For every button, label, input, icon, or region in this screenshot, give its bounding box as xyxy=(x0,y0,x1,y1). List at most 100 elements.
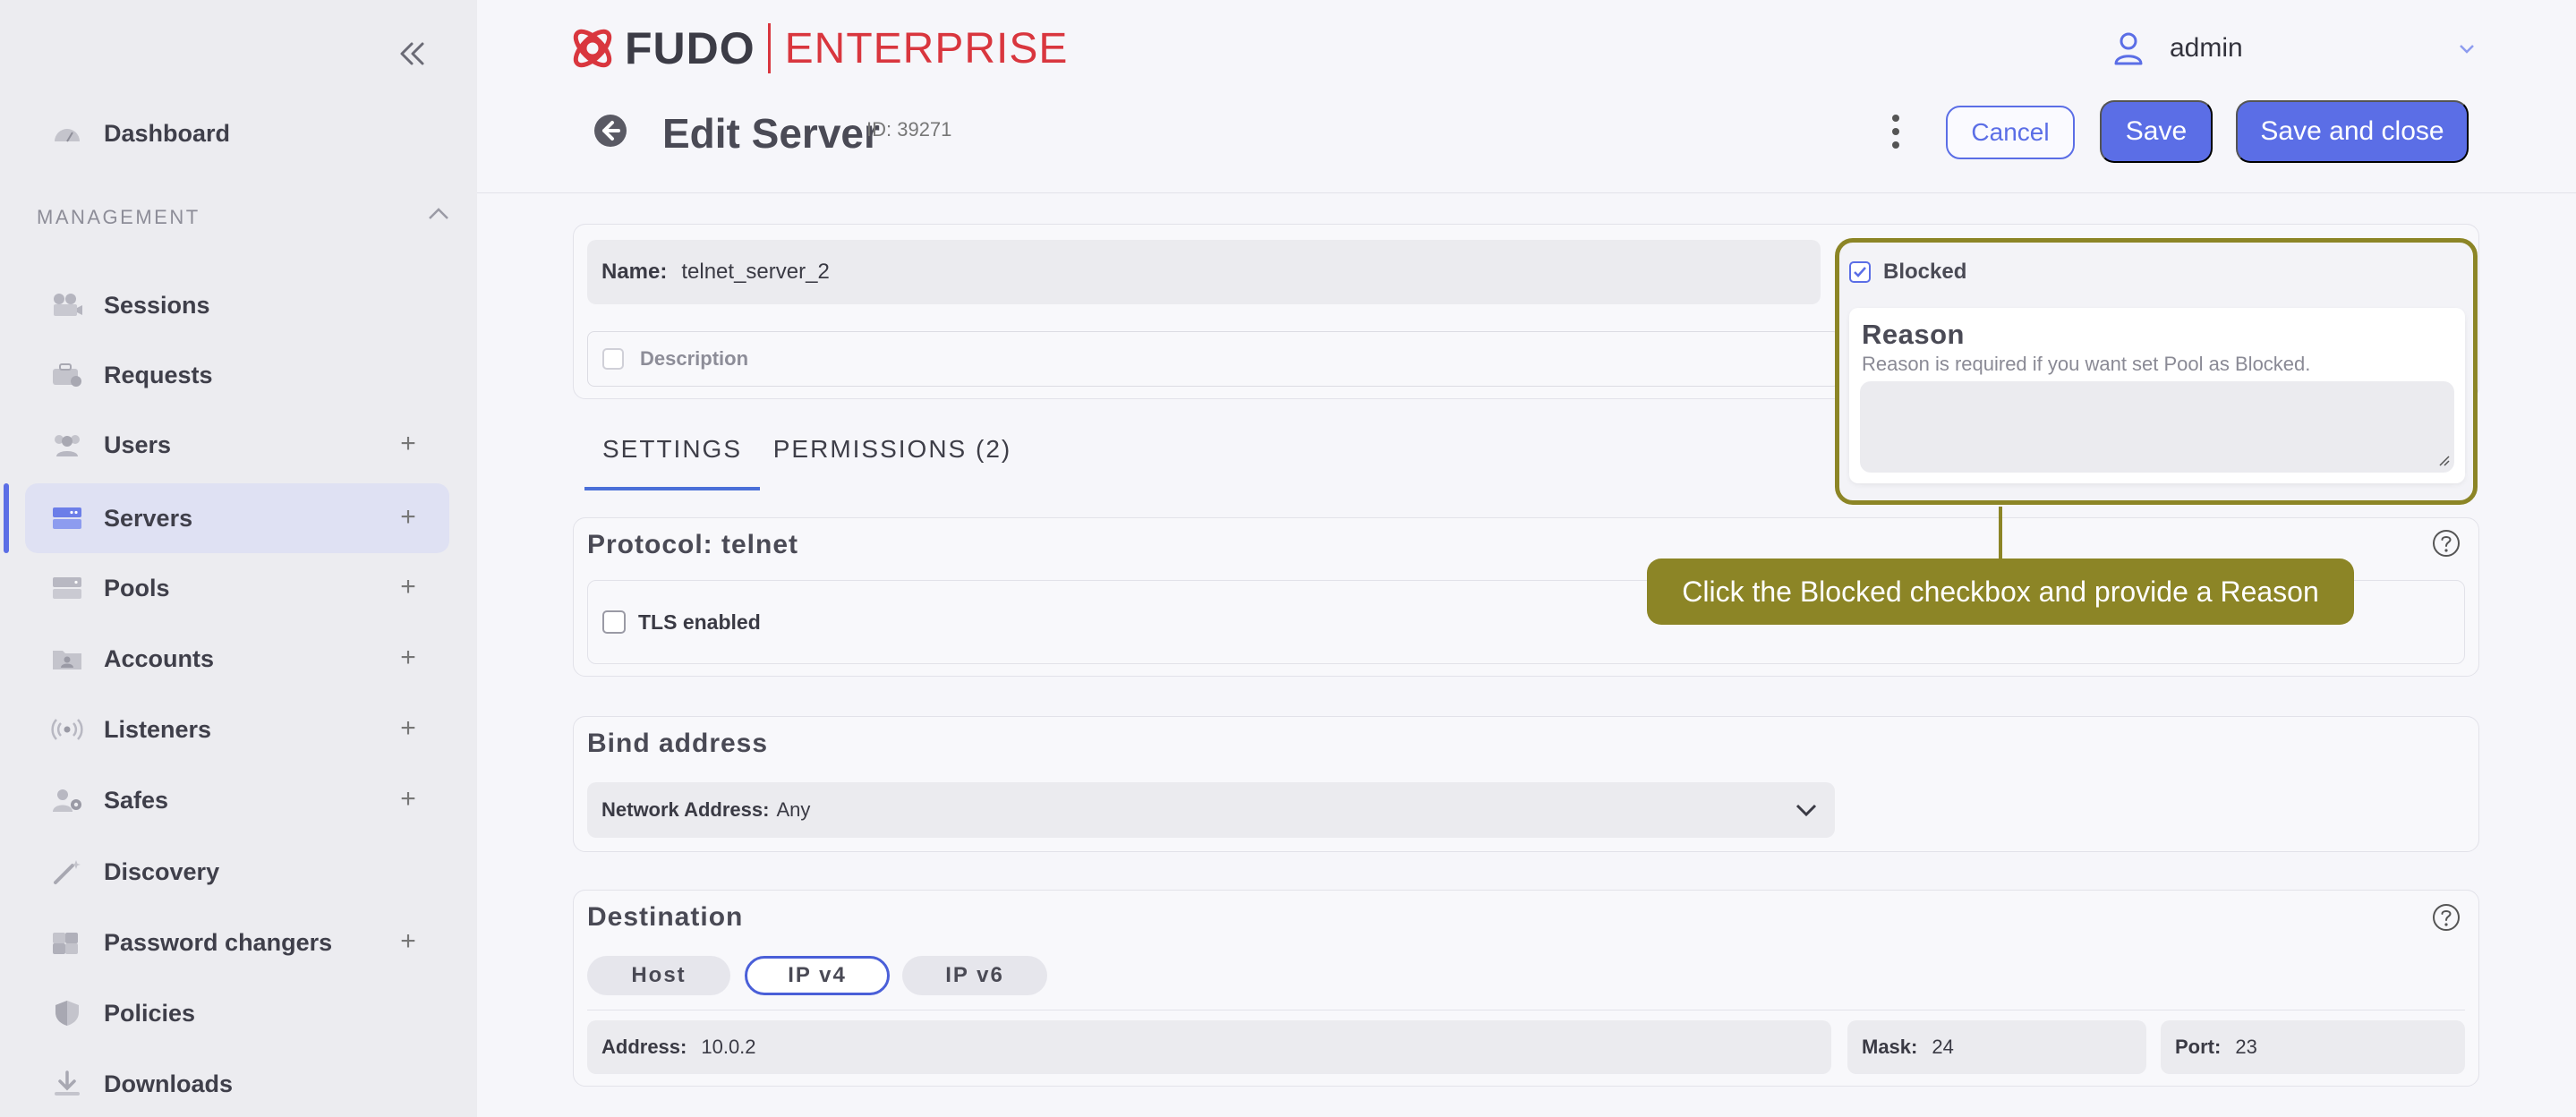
header-divider xyxy=(477,192,2576,193)
name-field[interactable]: Name: telnet_server_2 xyxy=(587,240,1821,304)
sidebar-item-discovery[interactable]: Discovery xyxy=(25,837,449,907)
save-button[interactable]: Save xyxy=(2100,100,2213,163)
add-server-icon[interactable]: + xyxy=(392,501,424,533)
section-label-management: MANAGEMENT xyxy=(37,206,200,228)
pill-ipv6[interactable]: IP v6 xyxy=(902,956,1047,995)
tab-permissions-label: PERMISSIONS (2) xyxy=(772,435,1012,463)
cancel-button[interactable]: Cancel xyxy=(1946,106,2075,159)
tls-label: TLS enabled xyxy=(638,610,761,634)
port-field[interactable]: Port: 23 xyxy=(2161,1020,2465,1074)
sidebar-item-accounts[interactable]: Accounts + xyxy=(25,624,449,694)
server-icon xyxy=(48,502,86,534)
sidebar-item-label: Accounts xyxy=(104,644,215,672)
save-and-close-button[interactable]: Save and close xyxy=(2236,100,2469,163)
sidebar-item-label: Dashboard xyxy=(104,119,231,147)
sidebar-item-label: Requests xyxy=(104,361,213,388)
port-label: Port: xyxy=(2175,1036,2222,1058)
briefcase-icon xyxy=(48,359,86,391)
add-account-icon[interactable]: + xyxy=(392,642,424,674)
description-field[interactable]: Description xyxy=(587,331,1840,387)
back-arrow-icon xyxy=(594,115,627,147)
users-icon xyxy=(48,429,86,461)
sidebar-item-label: Downloads xyxy=(104,1070,234,1097)
user-menu[interactable]: admin xyxy=(2112,27,2478,70)
port-value: 23 xyxy=(2235,1036,2257,1058)
pill-host[interactable]: Host xyxy=(587,956,730,995)
sidebar-item-label: Pools xyxy=(104,574,170,601)
tab-active-underline xyxy=(584,487,760,490)
sidebar-item-servers[interactable]: Servers + xyxy=(4,483,449,553)
chevron-up-icon[interactable] xyxy=(424,200,453,229)
sidebar-item-policies[interactable]: Policies xyxy=(25,978,449,1048)
chevron-down-icon xyxy=(2460,45,2474,54)
tooltip-connector xyxy=(1999,507,2002,560)
help-icon[interactable] xyxy=(2431,528,2461,558)
network-address-select[interactable]: Network Address: Any xyxy=(587,782,1835,838)
mask-value: 24 xyxy=(1932,1036,1954,1058)
protocol-title: Protocol: telnet xyxy=(587,530,799,559)
sidebar-item-sessions[interactable]: Sessions xyxy=(25,270,449,340)
address-label: Address: xyxy=(601,1036,687,1058)
checkmark-icon xyxy=(1854,267,1866,277)
blocked-label: Blocked xyxy=(1883,260,1967,284)
sidebar: Dashboard MANAGEMENT Sessions Requests U… xyxy=(0,0,477,1117)
mask-field[interactable]: Mask: 24 xyxy=(1847,1020,2146,1074)
back-button[interactable] xyxy=(593,113,628,149)
add-safe-icon[interactable]: + xyxy=(392,783,424,815)
user-name: admin xyxy=(2170,33,2243,63)
dashboard-icon xyxy=(48,117,86,149)
safe-user-icon xyxy=(48,784,86,816)
description-checkbox[interactable] xyxy=(602,348,624,370)
blocked-checkbox[interactable] xyxy=(1849,261,1871,283)
add-listener-icon[interactable]: + xyxy=(392,712,424,745)
shield-icon xyxy=(48,997,86,1029)
download-icon xyxy=(48,1068,86,1100)
sidebar-item-dashboard[interactable]: Dashboard xyxy=(25,98,449,168)
sidebar-item-label: Policies xyxy=(104,999,196,1027)
user-icon xyxy=(2114,32,2143,65)
description-label: Description xyxy=(640,347,749,370)
puzzle-icon xyxy=(48,926,86,959)
help-icon[interactable] xyxy=(2431,902,2461,933)
network-address-label: Network Address: xyxy=(601,798,770,821)
sidebar-item-listeners[interactable]: Listeners + xyxy=(25,695,449,764)
fudo-logo-icon xyxy=(573,29,612,68)
magic-wand-icon xyxy=(48,856,86,888)
sidebar-item-requests[interactable]: Requests xyxy=(25,340,449,410)
name-label: Name: xyxy=(601,260,668,284)
broadcast-icon xyxy=(48,713,86,746)
account-folder-icon xyxy=(48,643,86,675)
tab-settings[interactable]: SETTINGS xyxy=(584,435,760,489)
sidebar-item-label: Discovery xyxy=(104,857,220,885)
reason-textarea[interactable] xyxy=(1860,381,2454,473)
sidebar-item-safes[interactable]: Safes + xyxy=(25,765,449,835)
tab-settings-label: SETTINGS xyxy=(601,435,742,463)
sidebar-item-label: Listeners xyxy=(104,715,212,743)
sidebar-item-users[interactable]: Users + xyxy=(25,410,449,480)
address-value: 10.0.2 xyxy=(701,1036,756,1058)
add-pool-icon[interactable]: + xyxy=(392,571,424,603)
reason-help-text: Reason is required if you want set Pool … xyxy=(1862,353,2311,375)
destination-title: Destination xyxy=(587,902,744,932)
collapse-sidebar-icon[interactable] xyxy=(392,36,431,72)
sidebar-item-label: Sessions xyxy=(104,291,210,319)
add-user-icon[interactable]: + xyxy=(392,428,424,460)
sidebar-item-pools[interactable]: Pools + xyxy=(25,553,449,623)
logo-text-enterprise: ENTERPRISE xyxy=(784,24,1069,72)
reason-title: Reason xyxy=(1862,319,1965,350)
server-id: ID: 39271 xyxy=(866,118,952,141)
tab-permissions[interactable]: PERMISSIONS (2) xyxy=(772,435,1013,489)
more-options-icon[interactable] xyxy=(1880,111,1912,152)
address-field[interactable]: Address: 10.0.2 xyxy=(587,1020,1831,1074)
logo-text-fudo: FUDO xyxy=(625,23,755,73)
sidebar-item-password-changers[interactable]: Password changers + xyxy=(25,908,449,977)
fudo-logo: FUDO ENTERPRISE xyxy=(567,23,1068,73)
name-value: telnet_server_2 xyxy=(681,260,830,284)
sidebar-item-label: Safes xyxy=(104,786,169,814)
add-password-changer-icon[interactable]: + xyxy=(392,925,424,958)
sidebar-item-downloads[interactable]: Downloads xyxy=(25,1049,449,1117)
resize-handle-icon[interactable] xyxy=(2436,453,2451,467)
mask-label: Mask: xyxy=(1862,1036,1918,1058)
tls-checkbox[interactable] xyxy=(602,610,626,634)
pill-ipv4[interactable]: IP v4 xyxy=(745,956,890,995)
